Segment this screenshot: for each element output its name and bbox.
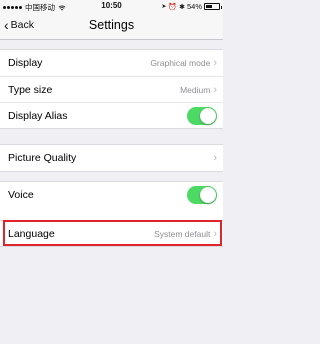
alarm-icon: ⏰: [168, 3, 178, 11]
chevron-right-icon: ›: [213, 83, 217, 96]
voice-toggle[interactable]: [187, 186, 217, 204]
type-size-value: Medium: [180, 84, 211, 95]
chevron-right-icon: ›: [213, 57, 217, 69]
picture-settings-group: Picture Quality ›: [0, 144, 223, 172]
navigation-bar: Settings ‹ Back: [0, 12, 223, 40]
language-row[interactable]: Language System default ›: [0, 220, 223, 246]
picture-quality-row[interactable]: Picture Quality ›: [0, 145, 223, 171]
back-button[interactable]: ‹ Back: [4, 18, 34, 32]
toggle-knob: [200, 187, 216, 203]
display-alias-row: Display Alias: [0, 102, 223, 128]
language-label: Language: [8, 227, 55, 240]
status-right: ➤ ⏰ ✱ 54%: [161, 2, 222, 11]
display-settings-group: Display Graphical mode › Type size Mediu…: [0, 49, 223, 129]
voice-row: Voice: [0, 182, 223, 208]
voice-language-group: Voice Language System default ›: [0, 181, 223, 247]
type-size-row[interactable]: Type size Medium ›: [0, 76, 223, 102]
location-icon: ➤: [161, 4, 167, 10]
display-alias-label: Display Alias: [8, 109, 68, 122]
chevron-right-icon: ›: [213, 227, 217, 240]
language-value: System default: [154, 228, 211, 239]
chevron-right-icon: ›: [213, 152, 217, 164]
voice-label: Voice: [8, 189, 34, 201]
battery-percent: 54%: [186, 2, 202, 11]
type-size-label: Type size: [8, 83, 53, 96]
picture-quality-label: Picture Quality: [8, 152, 77, 164]
back-label: Back: [10, 19, 35, 31]
battery-fill: [206, 5, 213, 8]
battery-icon: [204, 3, 222, 10]
bluetooth-icon: ✱: [179, 3, 185, 11]
display-value: Graphical mode: [150, 58, 211, 68]
status-bar: 中国移动 10:50 ➤ ⏰ ✱ 54%: [0, 0, 223, 12]
display-alias-toggle[interactable]: [187, 106, 217, 125]
chevron-left-icon: ‹: [4, 17, 9, 33]
display-row[interactable]: Display Graphical mode ›: [0, 50, 223, 76]
toggle-knob: [200, 107, 216, 124]
display-label: Display: [8, 57, 43, 69]
